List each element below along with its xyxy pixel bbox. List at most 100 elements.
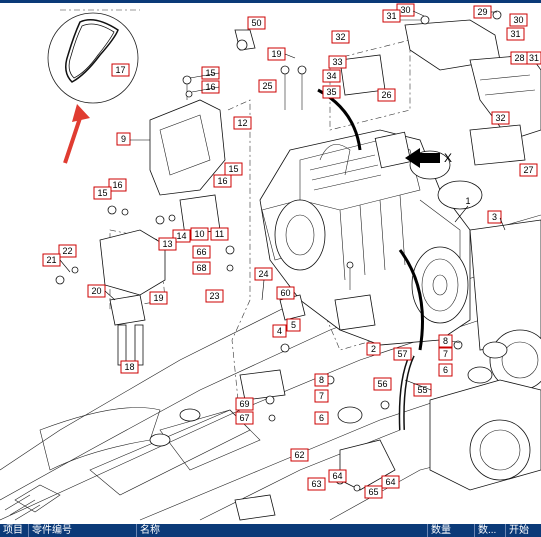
svg-text:57: 57 (397, 349, 407, 359)
callout-28: 28 (510, 51, 529, 65)
callout-67: 67 (235, 411, 254, 425)
svg-text:62: 62 (294, 450, 304, 460)
callout-60: 60 (276, 286, 295, 300)
svg-text:68: 68 (196, 263, 206, 273)
callout-21: 21 (42, 253, 61, 267)
svg-text:32: 32 (335, 32, 345, 42)
svg-text:4: 4 (277, 326, 282, 336)
svg-text:69: 69 (239, 399, 249, 409)
svg-text:6: 6 (443, 365, 448, 375)
svg-text:5: 5 (291, 320, 296, 330)
callout-19: 19 (267, 47, 286, 61)
callout-26: 26 (377, 88, 396, 102)
svg-text:28: 28 (514, 53, 524, 63)
column-header-quantity[interactable]: 数量 (428, 524, 475, 537)
callout-16: 16 (108, 178, 127, 192)
callout-7: 7 (438, 347, 453, 361)
svg-text:14: 14 (176, 231, 186, 241)
column-header-part-number[interactable]: 零件编号 (29, 524, 137, 537)
svg-text:31: 31 (529, 53, 539, 63)
svg-text:13: 13 (162, 239, 172, 249)
callout-55: 55 (413, 383, 432, 397)
svg-text:15: 15 (228, 164, 238, 174)
svg-text:30: 30 (400, 5, 410, 15)
callout-19: 19 (149, 291, 168, 305)
callout-8: 8 (314, 373, 329, 387)
svg-text:29: 29 (477, 7, 487, 17)
svg-text:27: 27 (523, 165, 533, 175)
callout-22: 22 (58, 244, 77, 258)
svg-text:64: 64 (385, 477, 395, 487)
svg-text:23: 23 (209, 291, 219, 301)
svg-text:16: 16 (217, 176, 227, 186)
column-header-name[interactable]: 名称 (137, 524, 428, 537)
callout-12: 12 (233, 116, 252, 130)
column-header-start[interactable]: 开始 (506, 524, 541, 537)
callout-62: 62 (290, 448, 309, 462)
column-header-item[interactable]: 项目 (0, 524, 29, 537)
svg-text:1: 1 (465, 196, 470, 206)
svg-text:17: 17 (115, 65, 125, 75)
svg-text:10: 10 (194, 229, 204, 239)
callout-16: 16 (213, 174, 232, 188)
callout-13: 13 (158, 237, 177, 251)
callout-11: 11 (210, 227, 229, 241)
callout-5: 5 (286, 318, 301, 332)
callout-6: 6 (438, 363, 453, 377)
callout-3: 3 (487, 210, 502, 224)
svg-text:32: 32 (495, 113, 505, 123)
callout-15: 15 (201, 66, 220, 80)
svg-text:24: 24 (258, 269, 268, 279)
svg-text:31: 31 (386, 11, 396, 21)
callout-31: 31 (382, 9, 401, 23)
callout-9: 9 (116, 132, 131, 146)
svg-text:12: 12 (237, 118, 247, 128)
callout-2: 2 (366, 342, 381, 356)
callout-23: 23 (205, 289, 224, 303)
svg-text:65: 65 (368, 487, 378, 497)
svg-text:20: 20 (91, 286, 101, 296)
svg-text:2: 2 (371, 344, 376, 354)
callout-56: 56 (373, 377, 392, 391)
svg-text:22: 22 (62, 246, 72, 256)
svg-text:8: 8 (443, 336, 448, 346)
svg-text:26: 26 (381, 90, 391, 100)
svg-text:35: 35 (326, 87, 336, 97)
callout-25: 25 (258, 79, 277, 93)
svg-text:19: 19 (153, 293, 163, 303)
svg-text:25: 25 (262, 81, 272, 91)
callout-66: 66 (192, 245, 211, 259)
svg-text:7: 7 (443, 349, 448, 359)
svg-text:16: 16 (205, 82, 215, 92)
callout-64: 64 (328, 469, 347, 483)
parts-table-header: 项目 零件编号 名称 数量 数... 开始 (0, 524, 541, 537)
svg-text:18: 18 (124, 362, 134, 372)
callout-35: 35 (322, 85, 341, 99)
callout-64: 64 (381, 475, 400, 489)
callout-4: 4 (272, 324, 287, 338)
svg-text:33: 33 (332, 57, 342, 67)
svg-text:16: 16 (112, 180, 122, 190)
callout-15: 15 (93, 186, 112, 200)
exploded-parts-diagram: X 17 50 32 19 25 15 16 33 34 35 26 30 31… (0, 3, 541, 521)
callout-33: 33 (328, 55, 347, 69)
callout-32: 32 (331, 30, 350, 44)
svg-text:31: 31 (510, 29, 520, 39)
callout-17: 17 (111, 63, 130, 77)
svg-text:67: 67 (239, 413, 249, 423)
callout-50: 50 (247, 16, 266, 30)
svg-text:9: 9 (121, 134, 126, 144)
svg-text:15: 15 (205, 68, 215, 78)
column-header-more[interactable]: 数... (475, 524, 506, 537)
callout-6: 6 (314, 411, 329, 425)
svg-text:19: 19 (271, 49, 281, 59)
svg-text:50: 50 (251, 18, 261, 28)
callout-32: 32 (491, 111, 510, 125)
svg-text:6: 6 (319, 413, 324, 423)
callout-34: 34 (322, 69, 341, 83)
svg-text:34: 34 (326, 71, 336, 81)
callout-27: 27 (519, 163, 538, 177)
callout-16: 16 (201, 80, 220, 94)
svg-text:63: 63 (311, 479, 321, 489)
svg-text:7: 7 (319, 391, 324, 401)
